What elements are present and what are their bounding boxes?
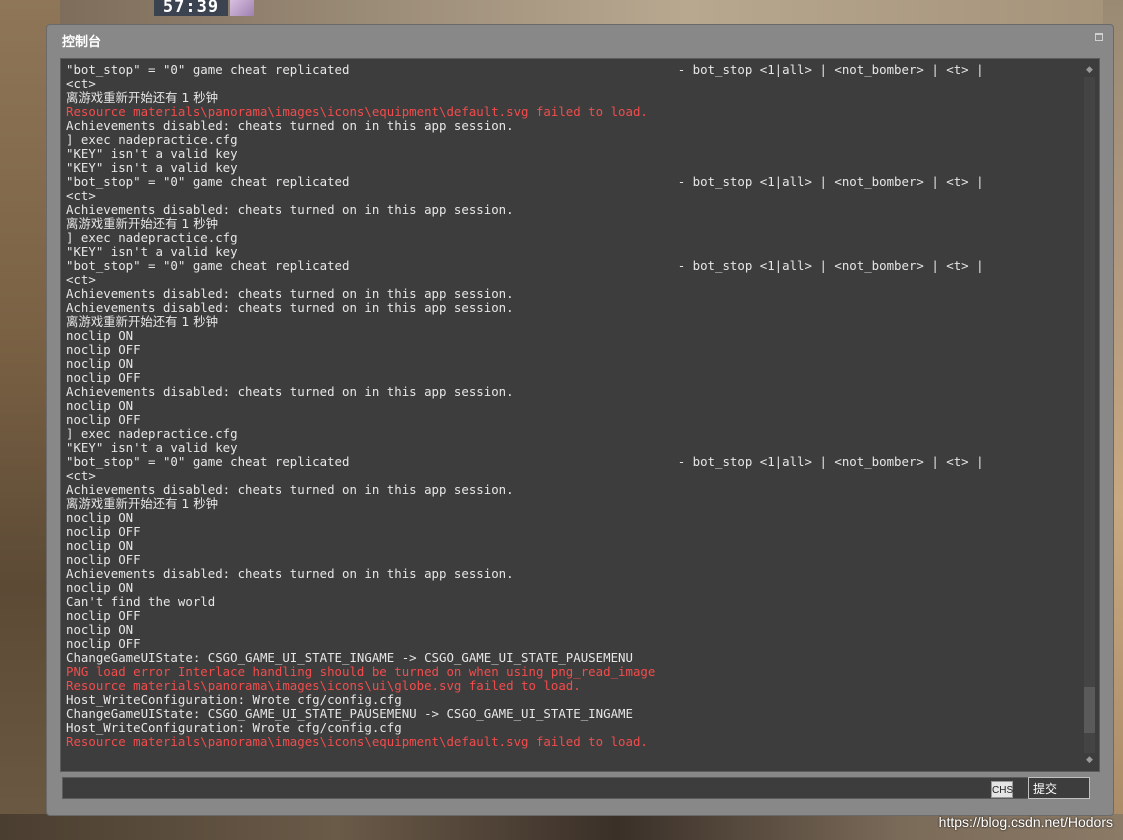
log-line: noclip OFF	[66, 412, 141, 427]
log-line: Achievements disabled: cheats turned on …	[66, 286, 514, 301]
player-avatar	[230, 0, 254, 16]
log-line-error: Resource materials\panorama\images\icons…	[66, 678, 581, 693]
scroll-track[interactable]	[1084, 77, 1095, 753]
log-line: "KEY" isn't a valid key	[66, 440, 238, 455]
log-line: Host_WriteConfiguration: Wrote cfg/confi…	[66, 692, 402, 707]
log-line: ] exec nadepractice.cfg	[66, 426, 238, 441]
round-timer: 57:39	[154, 0, 228, 16]
log-line-error: Resource materials\panorama\images\icons…	[66, 734, 648, 749]
console-title: 控制台	[62, 35, 102, 50]
log-line: "bot_stop" = "0" game cheat replicated -…	[66, 174, 984, 189]
log-line: Achievements disabled: cheats turned on …	[66, 482, 514, 497]
log-line: 离游戏重新开始还有 1 秒钟	[66, 314, 219, 329]
console-window: 控制台 "bot_stop" = "0" game cheat replicat…	[46, 24, 1114, 816]
log-line: "bot_stop" = "0" game cheat replicated -…	[66, 454, 984, 469]
log-line: 离游戏重新开始还有 1 秒钟	[66, 216, 219, 231]
log-line: Host_WriteConfiguration: Wrote cfg/confi…	[66, 720, 402, 735]
log-line: noclip ON	[66, 580, 134, 595]
log-line: "KEY" isn't a valid key	[66, 160, 238, 175]
console-command-input[interactable]	[62, 777, 1039, 799]
watermark: https://blog.csdn.net/Hodors	[938, 814, 1113, 830]
log-line: noclip OFF	[66, 370, 141, 385]
scroll-down-icon[interactable]: ◆	[1083, 753, 1096, 767]
log-line-error: Resource materials\panorama\images\icons…	[66, 104, 648, 119]
log-line: noclip OFF	[66, 636, 141, 651]
log-line: Achievements disabled: cheats turned on …	[66, 384, 514, 399]
log-line: Can't find the world	[66, 594, 216, 609]
log-line-error: PNG load error Interlace handling should…	[66, 664, 656, 679]
log-line: Achievements disabled: cheats turned on …	[66, 202, 514, 217]
log-line: "KEY" isn't a valid key	[66, 244, 238, 259]
log-scrollbar[interactable]: ◆ ◆	[1083, 63, 1096, 767]
log-line: 离游戏重新开始还有 1 秒钟	[66, 496, 219, 511]
log-line: "bot_stop" = "0" game cheat replicated -…	[66, 62, 984, 77]
log-line: noclip ON	[66, 622, 134, 637]
log-line: noclip OFF	[66, 552, 141, 567]
submit-button[interactable]: 提交	[1028, 777, 1090, 799]
log-line: "KEY" isn't a valid key	[66, 146, 238, 161]
log-line: ] exec nadepractice.cfg	[66, 132, 238, 147]
log-line: <ct>	[66, 76, 96, 91]
log-line: Achievements disabled: cheats turned on …	[66, 300, 514, 315]
log-line: noclip ON	[66, 398, 134, 413]
log-line: noclip ON	[66, 356, 134, 371]
log-line: Achievements disabled: cheats turned on …	[66, 566, 514, 581]
log-line: ChangeGameUIState: CSGO_GAME_UI_STATE_PA…	[66, 706, 633, 721]
log-line: ] exec nadepractice.cfg	[66, 230, 238, 245]
log-line: <ct>	[66, 468, 96, 483]
log-line: <ct>	[66, 272, 96, 287]
console-title-bar[interactable]: 控制台	[47, 25, 1113, 51]
console-log: "bot_stop" = "0" game cheat replicated -…	[66, 63, 1071, 749]
log-line: noclip ON	[66, 538, 134, 553]
scroll-up-icon[interactable]: ◆	[1083, 63, 1096, 77]
log-line: ChangeGameUIState: CSGO_GAME_UI_STATE_IN…	[66, 650, 633, 665]
log-line: 离游戏重新开始还有 1 秒钟	[66, 90, 219, 105]
log-line: noclip OFF	[66, 342, 141, 357]
log-line: Achievements disabled: cheats turned on …	[66, 118, 514, 133]
ime-indicator[interactable]: CHS	[991, 781, 1013, 798]
console-log-panel: "bot_stop" = "0" game cheat replicated -…	[60, 58, 1100, 772]
log-line: noclip ON	[66, 328, 134, 343]
scroll-thumb[interactable]	[1084, 687, 1095, 733]
log-line: noclip ON	[66, 510, 134, 525]
log-line: noclip OFF	[66, 524, 141, 539]
maximize-icon[interactable]	[1095, 33, 1103, 41]
log-line: <ct>	[66, 188, 96, 203]
log-line: noclip OFF	[66, 608, 141, 623]
log-line: "bot_stop" = "0" game cheat replicated -…	[66, 258, 984, 273]
